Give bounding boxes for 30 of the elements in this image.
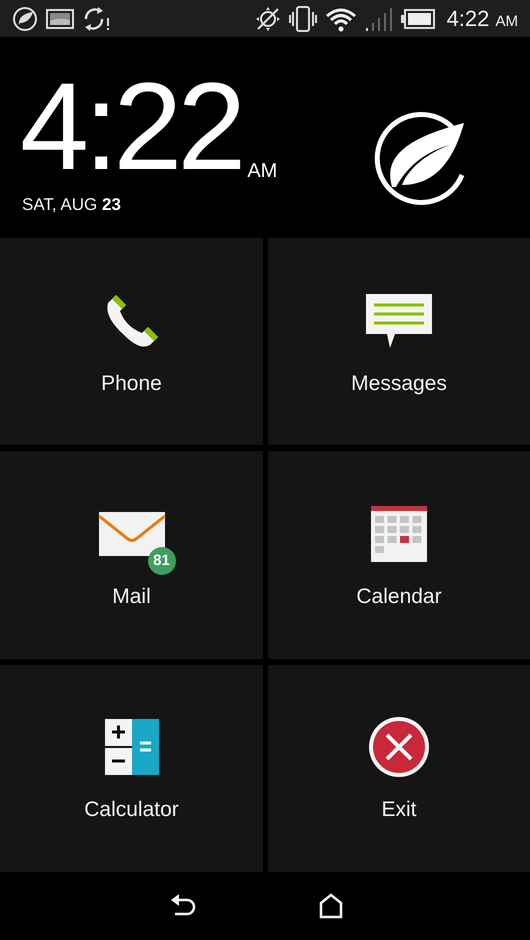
image-icon bbox=[46, 8, 74, 30]
app-tile[interactable]: Calendar bbox=[268, 451, 530, 659]
status-time: 4:22 AM bbox=[446, 6, 518, 32]
vibrate-icon bbox=[288, 6, 317, 32]
calendar-icon bbox=[371, 506, 427, 562]
app-label: Calendar bbox=[356, 584, 442, 609]
app-tile[interactable]: Calculator bbox=[0, 664, 263, 872]
signal-icon bbox=[364, 6, 393, 32]
app-label: Messages bbox=[351, 372, 447, 396]
clock-meridiem: AM bbox=[247, 161, 278, 181]
home-icon[interactable] bbox=[319, 893, 343, 919]
app-tile[interactable]: Messages bbox=[268, 238, 530, 446]
app-label: Exit bbox=[381, 798, 416, 822]
calculator-icon bbox=[104, 719, 158, 776]
app-label: Mail bbox=[112, 584, 151, 609]
app-label: Phone bbox=[101, 372, 162, 396]
app-tile[interactable]: 81 Mail bbox=[0, 451, 263, 659]
app-tile[interactable]: Exit bbox=[268, 664, 530, 872]
close-icon bbox=[368, 716, 430, 778]
sync-alert-icon bbox=[82, 6, 112, 32]
count-badge: 81 bbox=[148, 546, 176, 575]
clock-time: 4:22 bbox=[20, 71, 242, 183]
wifi-icon bbox=[324, 6, 357, 32]
clock-date: SAT, AUG 23 bbox=[22, 195, 122, 215]
app-label: Calculator bbox=[84, 798, 179, 822]
leaf-icon bbox=[12, 6, 38, 32]
chat-bubble-icon bbox=[365, 292, 433, 349]
rotation-off-icon bbox=[254, 6, 281, 32]
app-tile[interactable]: Phone bbox=[0, 238, 263, 446]
battery-icon bbox=[400, 8, 435, 28]
